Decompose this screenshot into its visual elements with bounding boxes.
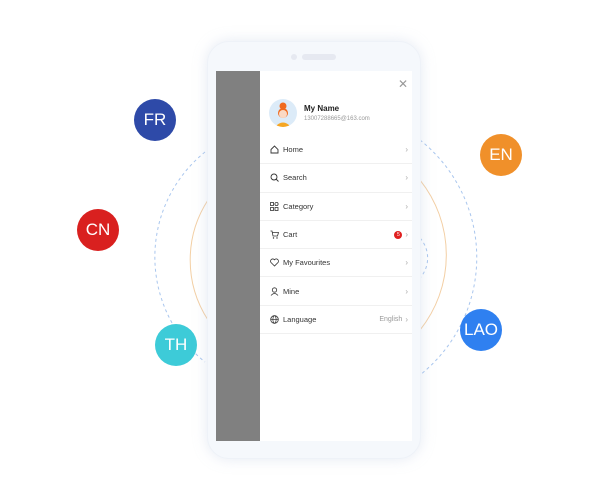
globe-icon	[269, 314, 279, 324]
menu-list: Home › Search › Category › Cart 5 › My Favour…	[260, 136, 412, 335]
chevron-right-icon: ›	[405, 258, 408, 268]
menu-item-search[interactable]: Search ›	[260, 164, 412, 193]
menu-item-language[interactable]: Language English ›	[260, 306, 412, 335]
chevron-right-icon: ›	[405, 286, 408, 296]
chevron-right-icon: ›	[405, 145, 408, 155]
cart-icon	[269, 230, 279, 240]
menu-label: Search	[283, 173, 307, 183]
avatar-illustration	[275, 102, 291, 127]
menu-item-favourites[interactable]: My Favourites ›	[260, 249, 412, 278]
menu-label: Mine	[283, 286, 300, 296]
menu-label: My Favourites	[283, 258, 331, 268]
lang-code: CN	[85, 220, 111, 239]
phone-speaker	[302, 54, 336, 60]
close-icon[interactable]: ✕	[398, 77, 408, 91]
profile-name: My Name	[304, 104, 340, 113]
heart-icon	[269, 258, 279, 268]
phone-screen: ✕ My Name 13007288665@163.com Home › Sear…	[216, 71, 412, 441]
menu-item-category[interactable]: Category ›	[260, 193, 412, 221]
user-icon	[269, 286, 279, 296]
chevron-right-icon: ›	[405, 314, 408, 324]
category-icon	[269, 201, 279, 211]
language-en[interactable]: EN	[480, 134, 522, 176]
menu-item-cart[interactable]: Cart 5 ›	[260, 221, 412, 250]
current-language: English	[379, 315, 403, 323]
lang-code: LAO	[463, 320, 499, 339]
search-icon	[269, 173, 279, 183]
avatar	[269, 99, 297, 127]
language-th[interactable]: TH	[155, 324, 197, 366]
lang-code: TH	[164, 335, 188, 354]
side-drawer: ✕ My Name 13007288665@163.com Home › Sear…	[260, 71, 412, 441]
language-cn[interactable]: CN	[77, 209, 119, 251]
cart-count-badge: 5	[394, 230, 403, 239]
language-fr[interactable]: FR	[134, 99, 176, 141]
lang-code: EN	[489, 145, 513, 164]
menu-item-mine[interactable]: Mine ›	[260, 277, 412, 306]
menu-label: Language	[283, 314, 317, 324]
profile-email: 13007288665@163.com	[304, 116, 370, 122]
menu-item-home[interactable]: Home ›	[260, 136, 412, 165]
menu-label: Cart	[283, 230, 298, 240]
chevron-right-icon: ›	[405, 173, 408, 183]
menu-label: Category	[283, 201, 314, 211]
profile[interactable]: My Name 13007288665@163.com	[269, 99, 370, 127]
menu-label: Home	[283, 145, 304, 155]
lang-code: FR	[143, 110, 167, 129]
language-lao[interactable]: LAO	[460, 309, 502, 351]
chevron-right-icon: ›	[405, 230, 408, 240]
phone-camera	[291, 54, 297, 60]
home-icon	[269, 145, 279, 155]
overlay-mask[interactable]	[216, 71, 260, 441]
chevron-right-icon: ›	[405, 201, 408, 211]
